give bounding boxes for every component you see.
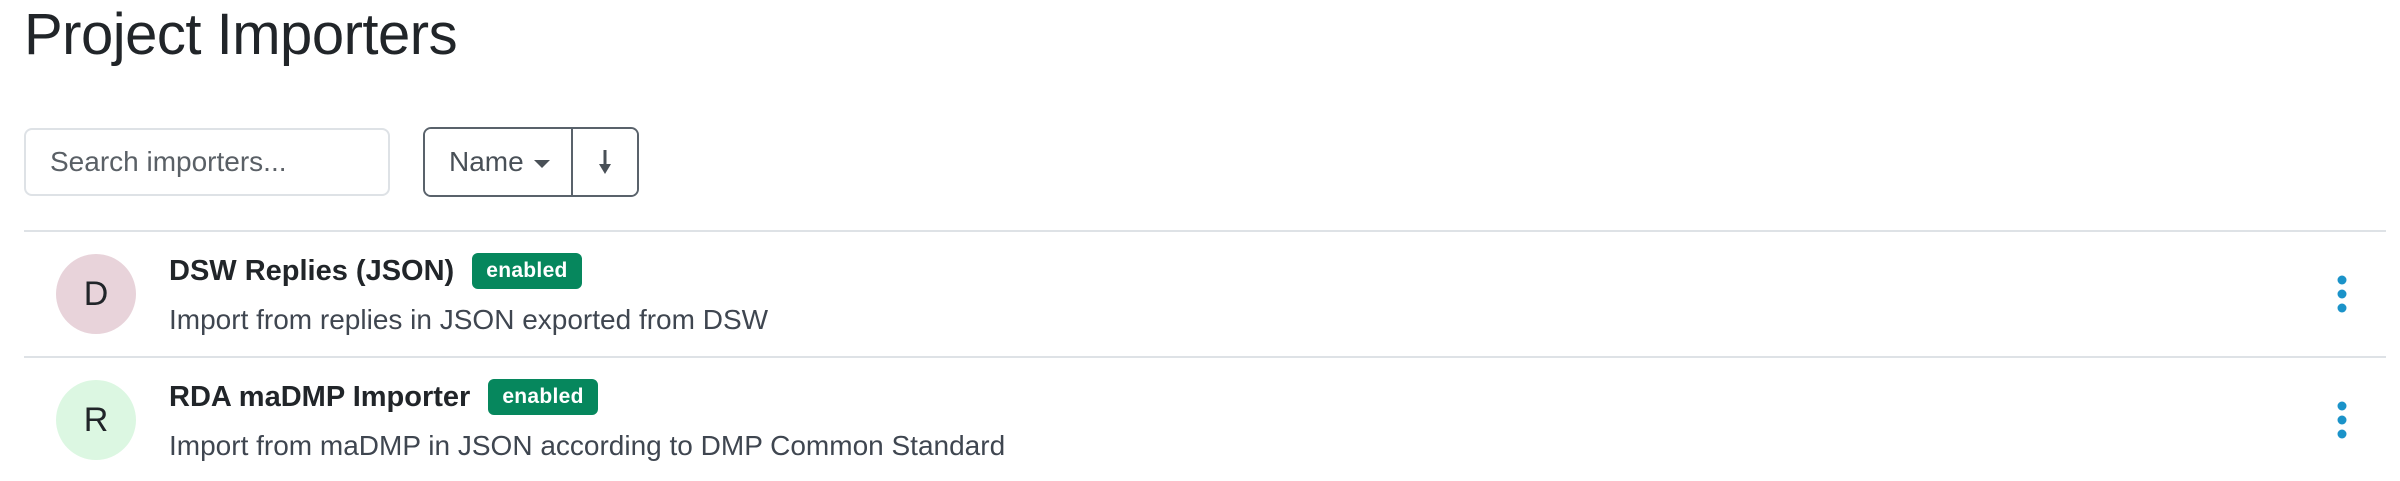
importer-name: DSW Replies (JSON) [169,254,455,287]
row-menu-button[interactable] [2332,272,2352,316]
sort-by-label: Name [449,146,524,177]
avatar-initial: R [83,400,109,439]
sort-control: Name [423,127,639,197]
importer-header: DSW Replies (JSON) enabled [169,252,582,290]
avatar: D [56,254,136,334]
caret-down-icon [533,160,550,168]
status-badge: enabled [472,253,582,289]
importer-header: RDA maDMP Importer enabled [169,378,598,416]
vertical-dots-icon [2337,401,2347,439]
list-item: R RDA maDMP Importer enabled Import from… [24,356,2386,481]
status-badge: enabled [488,379,598,415]
sort-by-button[interactable]: Name [425,129,573,195]
importer-list: D DSW Replies (JSON) enabled Import from… [24,230,2386,481]
importer-description: Import from replies in JSON exported fro… [169,304,769,335]
arrow-down-icon [599,150,611,174]
avatar: R [56,380,136,460]
importer-name: RDA maDMP Importer [169,380,471,413]
vertical-dots-icon [2337,275,2347,313]
importer-description: Import from maDMP in JSON according to D… [169,430,1006,461]
row-menu-button[interactable] [2332,398,2352,442]
search-input[interactable] [24,128,390,196]
project-importers-page: Project Importers Name D DSW Replies (JS… [0,0,2400,481]
avatar-initial: D [83,274,109,313]
sort-direction-button[interactable] [573,129,637,195]
list-item: D DSW Replies (JSON) enabled Import from… [24,230,2386,356]
toolbar: Name [24,127,639,197]
page-title: Project Importers [24,2,458,67]
